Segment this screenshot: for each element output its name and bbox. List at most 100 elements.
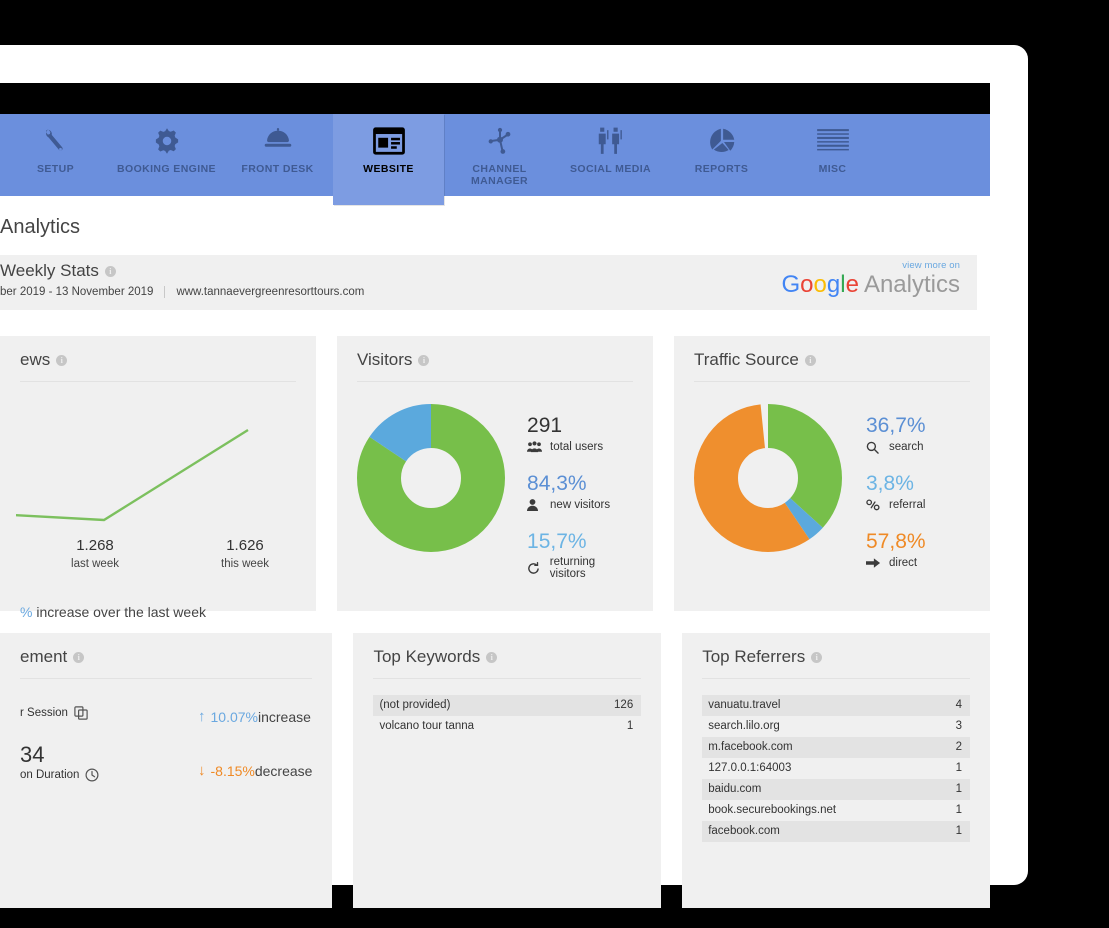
traffic-source-donut	[694, 404, 844, 557]
dashboard-row-1: ews i 1.268 last week 1.626 this week % …	[0, 336, 990, 620]
table-row[interactable]: baidu.com 1	[702, 779, 970, 800]
card-visitors: Visitors i 291 total users 84,3% new vis…	[337, 336, 653, 611]
people-icon	[596, 124, 626, 158]
table-row[interactable]: m.facebook.com 2	[702, 737, 970, 758]
tick-value: 1.268	[76, 537, 114, 554]
nav-item-booking-engine[interactable]: BOOKING ENGINE	[111, 114, 222, 196]
nav-item-label: SETUP	[36, 163, 74, 175]
card-title: Top Referrers i	[702, 647, 970, 679]
nav-item-channel-manager[interactable]: CHANNEL MANAGER	[444, 114, 555, 196]
clock-icon	[85, 768, 99, 782]
row-count: 1	[955, 804, 962, 816]
info-icon[interactable]: i	[486, 652, 498, 664]
card-title-text: ement	[20, 647, 68, 666]
card-title-text: Top Keywords	[373, 647, 481, 666]
row-name: 127.0.0.1:64003	[708, 762, 792, 774]
network-icon	[485, 124, 515, 158]
main-navigation: SETUP BOOKING ENGINE FRONT DESK WEBSITE …	[0, 114, 990, 205]
delta-increase: ↑ 10.07% increase	[198, 709, 312, 725]
arrow-up-icon: ↑	[198, 708, 206, 725]
info-icon[interactable]: i	[56, 355, 68, 367]
card-traffic-source: Traffic Source i 36,7% search 3,8% refer…	[674, 336, 990, 611]
engagement-metrics: r Session 34 on Duration	[20, 705, 192, 817]
table-row[interactable]: search.lilo.org 3	[702, 716, 970, 737]
nav-item-label: CHANNEL MANAGER	[470, 163, 529, 187]
legend-item-new-visitors: 84,3% new visitors	[527, 472, 633, 512]
pages-icon	[74, 706, 88, 720]
nav-item-label: REPORTS	[694, 163, 749, 175]
card-title-text: Top Referrers	[702, 647, 806, 666]
table-row[interactable]: (not provided) 126	[373, 695, 642, 716]
nav-item-reports[interactable]: REPORTS	[666, 114, 777, 196]
website-url[interactable]: www.tannaevergreenresorttours.com	[176, 286, 364, 298]
weekly-stats-band: Weekly Stats i ber 2019 - 13 November 201…	[0, 255, 977, 310]
legend-label-text: new visitors	[550, 499, 611, 511]
metric-session-duration: 34 on Duration	[20, 742, 192, 782]
nav-item-front-desk[interactable]: FRONT DESK	[222, 114, 333, 196]
card-title-text: ews	[20, 350, 51, 369]
row-count: 1	[955, 783, 962, 795]
info-icon[interactable]: i	[811, 652, 823, 664]
table-row[interactable]: vanuatu.travel 4	[702, 695, 970, 716]
donut-chart-svg	[357, 404, 505, 552]
traffic-source-legend: 36,7% search 3,8% referral 57,8% direct	[844, 404, 926, 588]
metric-label: r Session	[20, 706, 192, 720]
table-row[interactable]: facebook.com 1	[702, 821, 970, 842]
visitors-donut	[357, 404, 505, 557]
card-top-keywords: Top Keywords i (not provided) 126 volcano…	[353, 633, 662, 908]
legend-label: referral	[866, 498, 926, 512]
row-name: facebook.com	[708, 825, 780, 837]
legend-value: 291	[527, 414, 563, 437]
info-icon[interactable]: i	[104, 266, 116, 278]
line-chart-svg	[16, 428, 249, 522]
page-views-chart: 1.268 last week 1.626 this week % increa…	[16, 382, 296, 620]
legend-item-direct: 57,8% direct	[866, 530, 926, 570]
nav-item-website[interactable]: WEBSITE	[333, 114, 444, 205]
row-count: 126	[614, 699, 634, 711]
engagement-deltas: ↑ 10.07% increase ↓ -8.15% decrease	[192, 705, 312, 817]
dashboard-row-2: ement i r Session 34 on Duration ↑ 10.07…	[0, 633, 990, 908]
app-topbar	[0, 83, 990, 114]
screen: SETUP BOOKING ENGINE FRONT DESK WEBSITE …	[0, 0, 1109, 928]
nav-item-label: WEBSITE	[363, 163, 414, 175]
card-title-text: Visitors	[357, 350, 413, 369]
info-icon[interactable]: i	[73, 652, 85, 664]
card-engagement: ement i r Session 34 on Duration ↑ 10.07…	[0, 633, 333, 908]
legend-label: direct	[866, 556, 926, 570]
nav-item-social-media[interactable]: SOCIAL MEDIA	[555, 114, 666, 196]
table-row[interactable]: volcano tour tanna 1	[373, 716, 641, 737]
row-name: (not provided)	[379, 699, 451, 711]
legend-label: total users	[527, 440, 633, 454]
delta-percent: 10.07%	[210, 709, 258, 725]
google-analytics-link[interactable]: view more on Google Analytics	[782, 260, 961, 298]
nav-item-setup[interactable]: SETUP	[0, 114, 111, 196]
legend-label: returning visitors	[527, 556, 633, 580]
table-row[interactable]: book.securebookings.net 1	[702, 800, 970, 821]
legend-value: 15,7%	[527, 530, 587, 553]
increase-text: increase over the last week	[32, 604, 206, 620]
legend-label-text: returning visitors	[549, 556, 596, 580]
dashboard: ews i 1.268 last week 1.626 this week % …	[0, 336, 990, 908]
page-views-footer: % increase over the last week	[20, 604, 206, 620]
group-icon	[527, 440, 544, 454]
info-icon[interactable]: i	[418, 355, 430, 367]
visitors-body: 291 total users 84,3% new visitors 15,7%…	[357, 382, 633, 598]
nav-item-label: FRONT DESK	[241, 163, 314, 175]
metric-pages-per-session: r Session	[20, 706, 192, 720]
table-row[interactable]: 127.0.0.1:64003 1	[702, 758, 970, 779]
arrow-icon	[866, 556, 883, 570]
engagement-body: r Session 34 on Duration ↑ 10.07% increa…	[20, 679, 312, 817]
card-page-views: ews i 1.268 last week 1.626 this week % …	[0, 336, 316, 620]
info-icon[interactable]: i	[804, 355, 816, 367]
legend-item-total-users: 291 total users	[527, 414, 633, 454]
legend-label: search	[866, 440, 926, 454]
page-title: Analytics	[0, 216, 81, 238]
traffic-source-body: 36,7% search 3,8% referral 57,8% direct	[694, 382, 970, 588]
card-title: ews i	[20, 350, 296, 382]
stats-band-title: Weekly Stats i	[0, 261, 116, 281]
nav-item-misc[interactable]: MISC	[777, 114, 888, 196]
card-title: Visitors i	[357, 350, 633, 382]
card-title: ement i	[20, 647, 313, 679]
date-range: ber 2019 - 13 November 2019	[0, 286, 154, 298]
page-views-ticks: 1.268 last week 1.626 this week	[20, 537, 321, 570]
